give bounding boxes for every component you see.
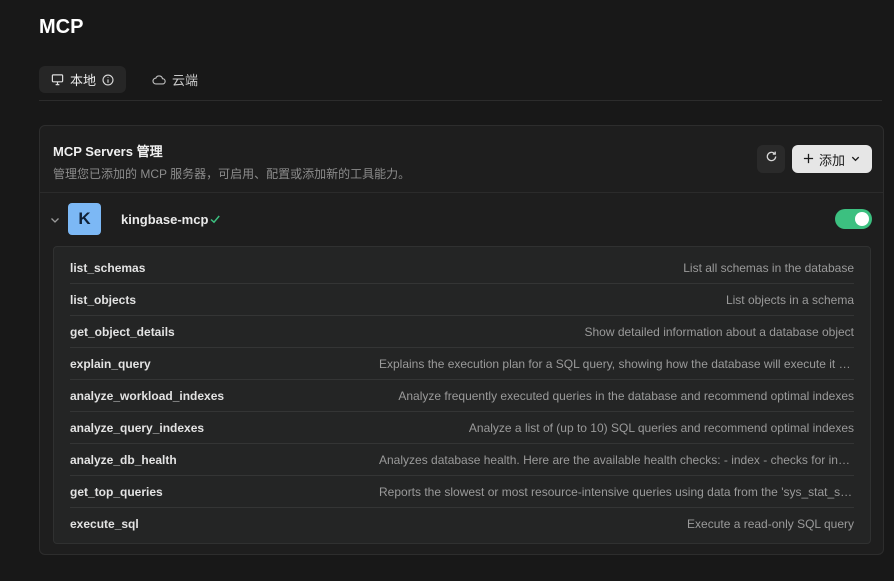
tool-name: explain_query [70,356,151,371]
cloud-icon [152,74,166,86]
tool-row[interactable]: analyze_workload_indexes Analyze frequen… [70,380,854,412]
tool-description: Analyze a list of (up to 10) SQL queries… [468,420,854,435]
add-button-label: 添加 [818,152,845,168]
tools-list: list_schemas List all schemas in the dat… [53,246,871,544]
tool-description: Execute a read-only SQL query [687,517,854,531]
server-name: kingbase-mcp [121,212,209,227]
tool-name: get_top_queries [70,484,163,499]
tool-name: execute_sql [70,517,139,531]
tool-description: Analyze frequently executed queries in t… [398,388,854,403]
tool-row[interactable]: explain_query Explains the execution pla… [70,348,854,380]
tool-name: analyze_db_health [70,452,177,467]
mcp-settings-page: MCP 本地 云端 MCP Servers 管理 管理您已添加的 MCP 服务器… [0,0,894,581]
server-row: K kingbase-mcp [40,193,883,245]
tab-local-label: 本地 [70,73,97,88]
card-header: MCP Servers 管理 管理您已添加的 MCP 服务器，可启用、配置或添加… [40,126,883,193]
chevron-down-icon[interactable] [49,213,61,225]
refresh-icon [765,150,778,168]
refresh-button[interactable] [757,145,785,173]
tool-row[interactable]: list_schemas List all schemas in the dat… [70,252,854,284]
tool-row[interactable]: list_objects List objects in a schema [70,284,854,316]
tool-description: Explains the execution plan for a SQL qu… [379,356,854,371]
tool-description: Reports the slowest or most resource-int… [379,484,854,499]
monitor-icon [51,73,64,86]
tool-description: Show detailed information about a databa… [584,324,854,339]
server-enable-toggle[interactable] [835,209,872,229]
plus-icon [803,152,814,167]
tool-name: get_object_details [70,324,175,339]
tool-name: list_schemas [70,260,146,275]
add-server-button[interactable]: 添加 [792,145,872,173]
card-title: MCP Servers 管理 [53,144,163,159]
source-tabs: 本地 云端 [39,66,882,101]
tool-row[interactable]: execute_sql Execute a read-only SQL quer… [70,508,854,540]
tab-cloud[interactable]: 云端 [140,66,210,93]
check-icon [209,212,221,224]
toggle-knob [855,212,869,226]
tool-row[interactable]: get_object_details Show detailed informa… [70,316,854,348]
info-icon[interactable] [102,73,114,86]
mcp-servers-card: MCP Servers 管理 管理您已添加的 MCP 服务器，可启用、配置或添加… [39,125,884,555]
tool-row[interactable]: get_top_queries Reports the slowest or m… [70,476,854,508]
tool-row[interactable]: analyze_query_indexes Analyze a list of … [70,412,854,444]
tool-description: Analyzes database health. Here are the a… [379,452,854,467]
tab-cloud-label: 云端 [172,73,199,88]
card-subtitle: 管理您已添加的 MCP 服务器，可启用、配置或添加新的工具能力。 [53,167,411,181]
server-logo: K [68,203,101,235]
page-title: MCP [39,16,84,38]
chevron-down-icon [850,152,861,167]
tool-name: analyze_workload_indexes [70,388,225,403]
tool-name: list_objects [70,292,137,307]
tool-row[interactable]: analyze_db_health Analyzes database heal… [70,444,854,476]
tool-description: List objects in a schema [725,292,854,307]
tool-description: List all schemas in the database [683,260,854,275]
tool-name: analyze_query_indexes [70,420,205,435]
tab-local[interactable]: 本地 [39,66,127,93]
